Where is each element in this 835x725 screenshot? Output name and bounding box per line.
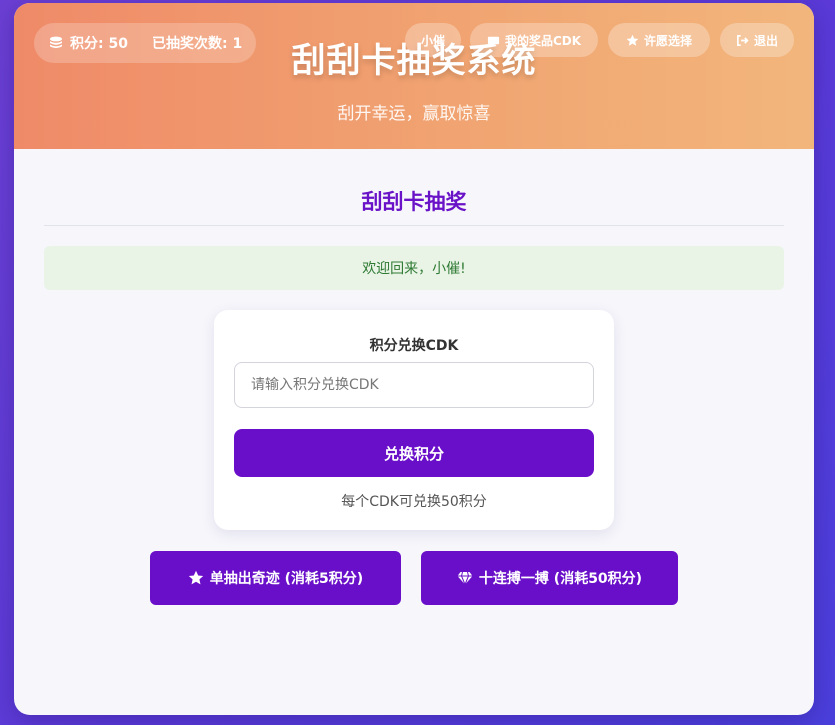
section-title: 刮刮卡抽奖 — [361, 190, 467, 214]
star-icon — [626, 34, 639, 46]
redeem-points-button[interactable]: 兑换积分 — [234, 429, 594, 477]
cdk-title: 积分兑换CDK — [369, 338, 459, 354]
ten-draw-button[interactable]: 十连搏一搏 (消耗50积分) — [421, 551, 678, 605]
logout-icon — [737, 34, 749, 46]
my-prizes-button[interactable]: 我的奖品CDK — [470, 23, 598, 57]
gem-icon — [457, 571, 473, 586]
star-icon — [188, 570, 203, 585]
logout-label: 退出 — [753, 33, 778, 48]
ten-draw-label: 十连搏一搏 (消耗50积分) — [478, 571, 643, 587]
cdk-note: 每个CDK可兑换50积分 — [341, 494, 487, 510]
cdk-input[interactable] — [234, 362, 594, 408]
welcome-alert: 欢迎回来，小催! — [44, 246, 784, 290]
user-button[interactable]: 小催 — [405, 23, 461, 57]
cdk-redeem-panel: 积分兑换CDK 兑换积分 每个CDK可兑换50积分 — [214, 310, 614, 530]
welcome-text: 欢迎回来，小催! — [362, 261, 466, 277]
ticket-icon — [487, 36, 500, 44]
divider — [44, 225, 784, 226]
logout-button[interactable]: 退出 — [720, 23, 794, 57]
wish-button[interactable]: 许愿选择 — [608, 23, 710, 57]
single-draw-button[interactable]: 单抽出奇迹 (消耗5积分) — [150, 551, 401, 605]
my-prizes-label: 我的奖品CDK — [504, 33, 582, 48]
header: 积分: 50 已抽奖次数: 1 刮刮卡抽奖系统 刮开幸运，赢取惊喜 小催 我的奖… — [14, 3, 814, 149]
user-name: 小催 — [420, 33, 445, 48]
main-card: 积分: 50 已抽奖次数: 1 刮刮卡抽奖系统 刮开幸运，赢取惊喜 小催 我的奖… — [14, 3, 814, 715]
wish-label: 许愿选择 — [643, 33, 692, 48]
redeem-points-label: 兑换积分 — [383, 444, 444, 463]
page-subtitle: 刮开幸运，赢取惊喜 — [337, 104, 491, 124]
single-draw-label: 单抽出奇迹 (消耗5积分) — [209, 571, 364, 587]
